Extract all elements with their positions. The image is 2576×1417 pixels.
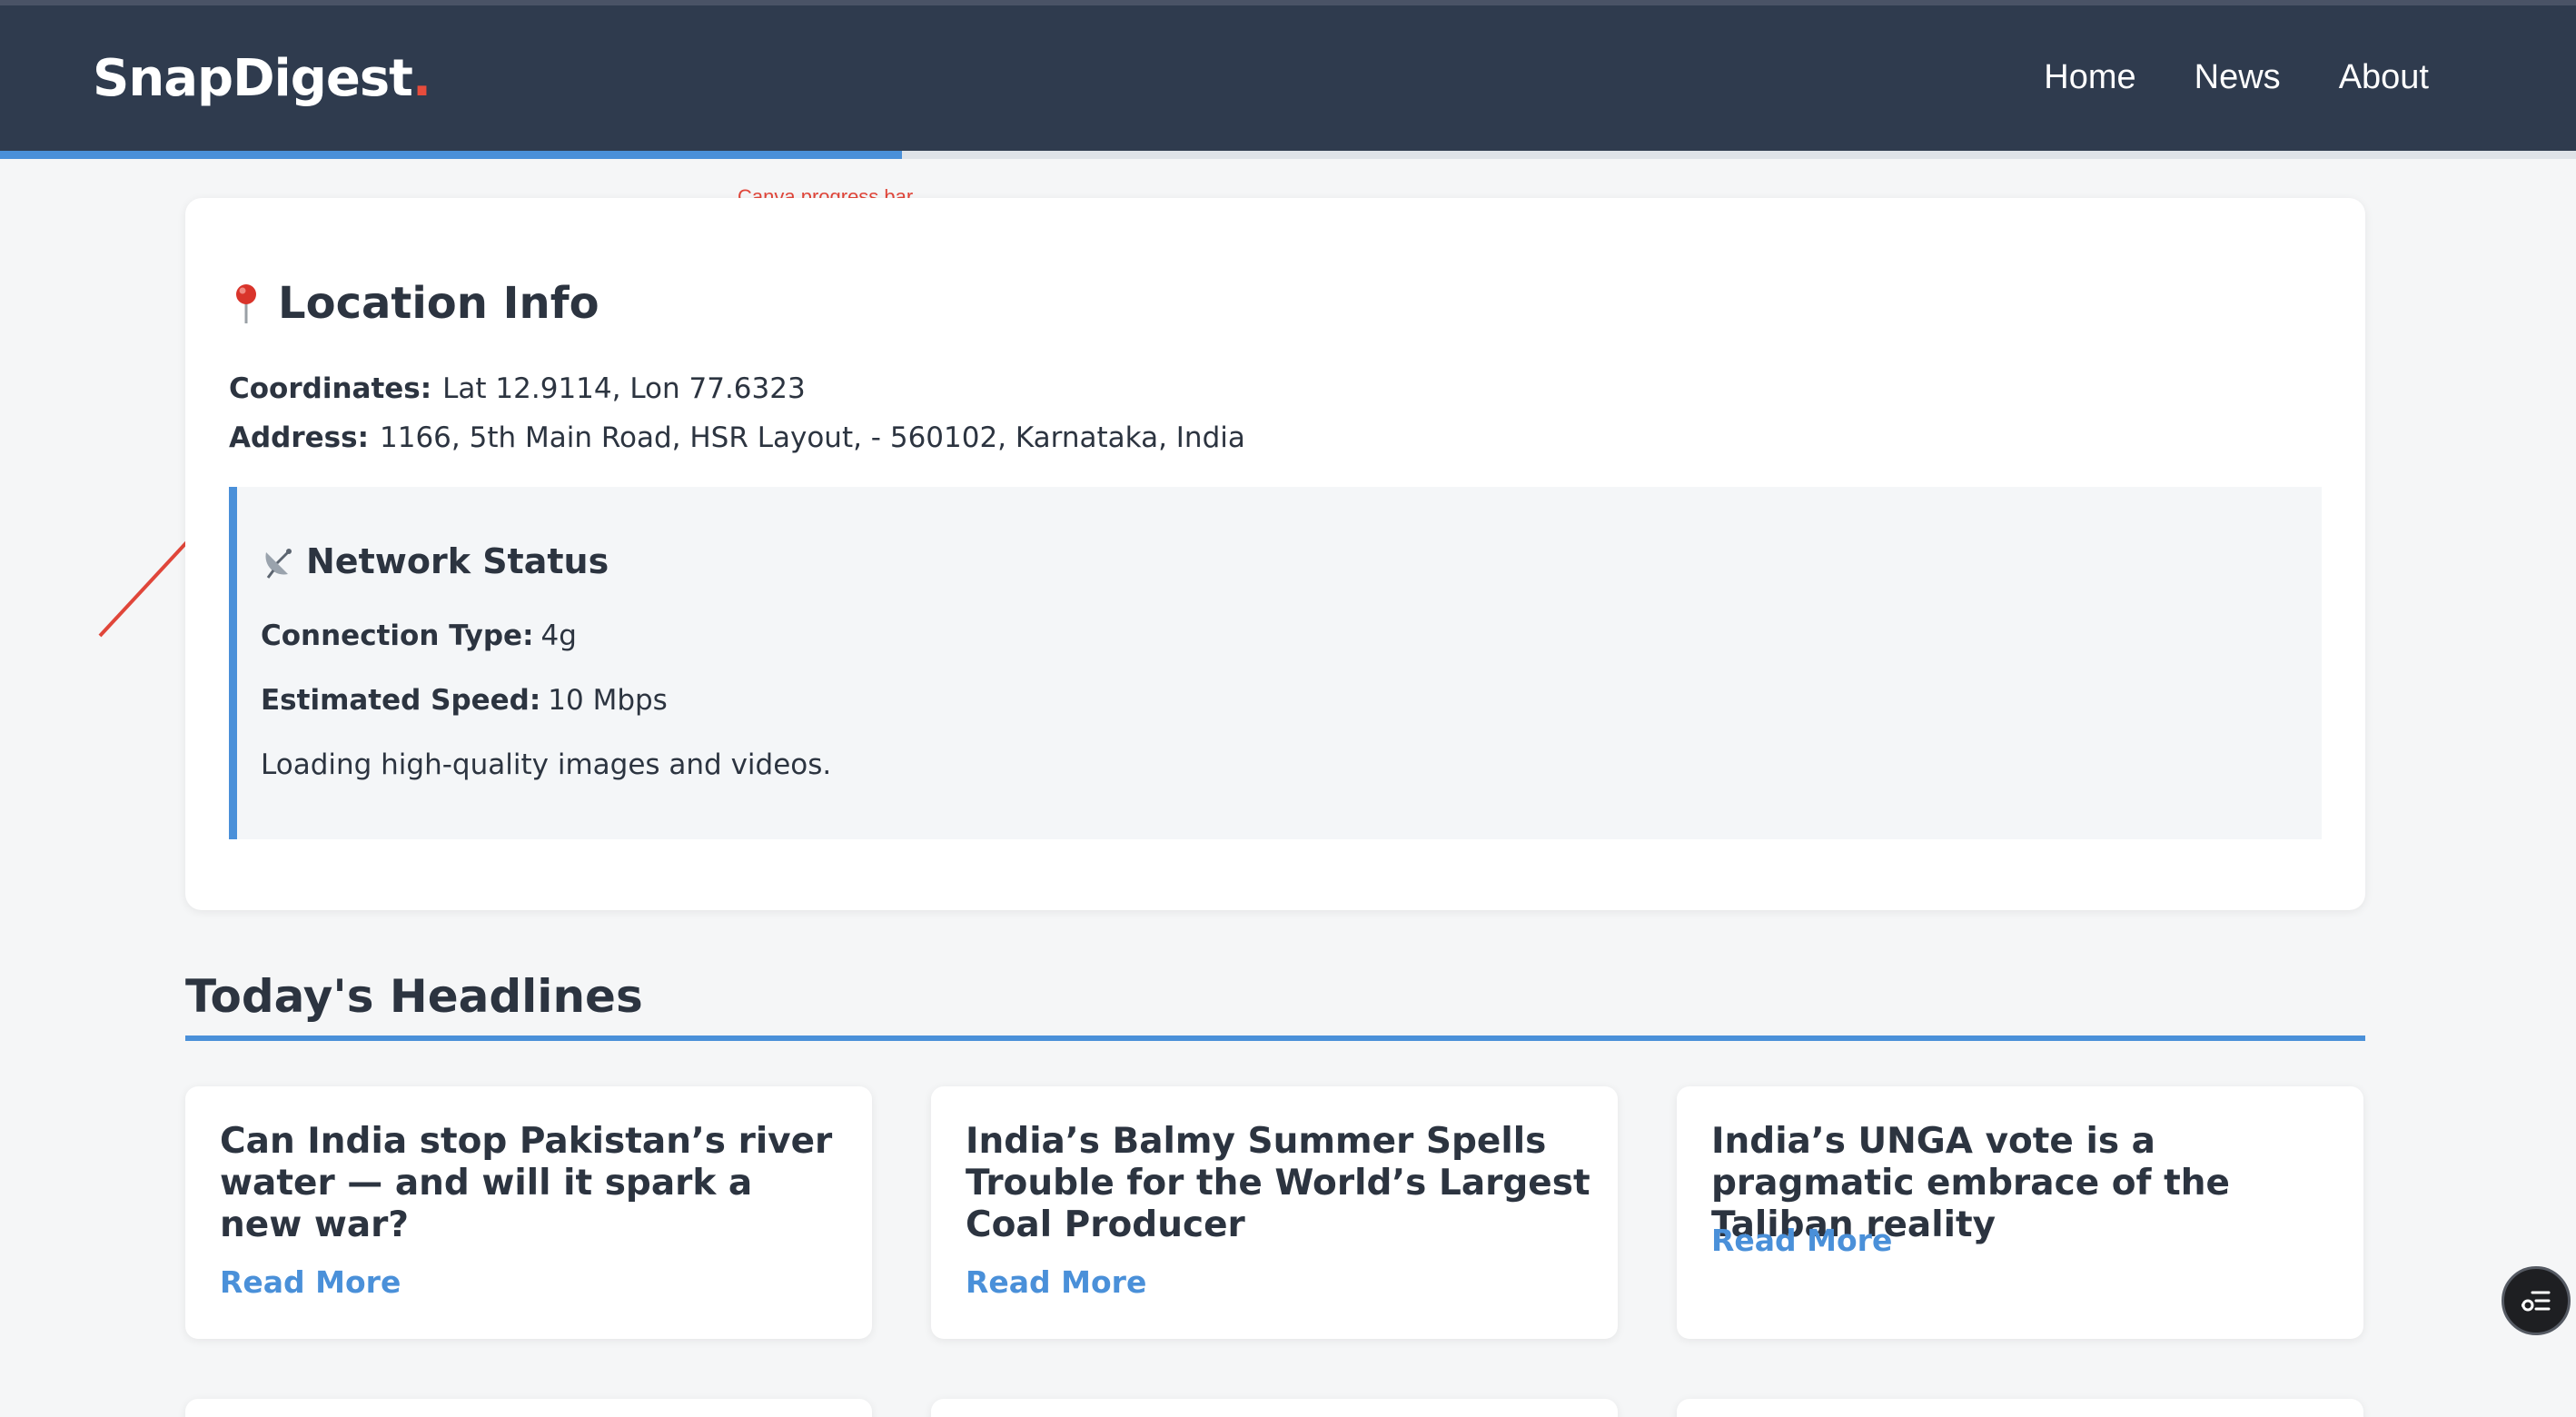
estimated-speed-row: Estimated Speed: 10 Mbps: [261, 684, 668, 717]
connection-type-label: Connection Type:: [261, 619, 534, 652]
network-status-title-text: Network Status: [306, 541, 609, 581]
estimated-speed-value: 10 Mbps: [548, 684, 668, 717]
news-card-partial[interactable]: [931, 1399, 1618, 1417]
news-card: Can India stop Pakistan’s river water — …: [185, 1086, 872, 1339]
coordinates-row: Coordinates: Lat 12.9114, Lon 77.6323: [229, 372, 806, 405]
location-card: Location Info Coordinates: Lat 12.9114, L…: [185, 198, 2365, 910]
logo-text: SnapDigest: [93, 49, 413, 108]
news-card-title: India’s Balmy Summer Spells Trouble for …: [966, 1121, 1590, 1245]
floating-menu-button[interactable]: [2502, 1266, 2571, 1335]
address-row: Address: 1166, 5th Main Road, HSR Layout,…: [229, 421, 1245, 454]
read-more-link[interactable]: Read More: [1711, 1223, 1892, 1258]
site-logo[interactable]: SnapDigest.: [93, 49, 431, 108]
news-card: India’s UNGA vote is a pragmatic embrace…: [1677, 1086, 2363, 1339]
logo-dot: .: [411, 49, 431, 108]
pin-icon: [236, 284, 256, 323]
address-label: Address:: [229, 421, 369, 454]
coordinates-label: Coordinates:: [229, 372, 432, 405]
connection-type-row: Connection Type: 4g: [261, 619, 577, 652]
address-value: 1166, 5th Main Road, HSR Layout, - 56010…: [380, 421, 1245, 454]
nav-news-link[interactable]: News: [2195, 58, 2281, 97]
estimated-speed-label: Estimated Speed:: [261, 684, 541, 717]
reading-progress-bar: [0, 151, 2576, 159]
location-title-text: Location Info: [278, 278, 599, 329]
main-nav: Home News About: [2044, 58, 2429, 97]
network-status-title: Network Status: [261, 541, 609, 581]
news-card: India’s Balmy Summer Spells Trouble for …: [931, 1086, 1618, 1339]
site-header: SnapDigest. Home News About: [0, 5, 2576, 151]
coordinates-value: Lat 12.9114, Lon 77.6323: [442, 372, 806, 405]
satellite-dish-icon: [265, 549, 292, 579]
network-message: Loading high-quality images and videos.: [261, 748, 832, 781]
network-status-panel: Network Status Connection Type: 4g Estima…: [229, 487, 2322, 839]
read-more-link[interactable]: Read More: [220, 1264, 401, 1300]
news-card-title: Can India stop Pakistan’s river water — …: [220, 1121, 833, 1245]
location-title: Location Info: [231, 278, 599, 329]
headlines-title: Today's Headlines: [185, 970, 643, 1023]
news-card-partial[interactable]: [1677, 1399, 2363, 1417]
nav-about-link[interactable]: About: [2339, 58, 2429, 97]
reading-progress-fill: [0, 151, 902, 159]
read-more-link[interactable]: Read More: [966, 1264, 1146, 1300]
nav-home-link[interactable]: Home: [2044, 58, 2135, 97]
connection-type-value: 4g: [540, 619, 577, 652]
news-card-partial[interactable]: [185, 1399, 872, 1417]
headlines-divider: [185, 1036, 2365, 1041]
list-settings-icon: [2522, 1291, 2551, 1312]
